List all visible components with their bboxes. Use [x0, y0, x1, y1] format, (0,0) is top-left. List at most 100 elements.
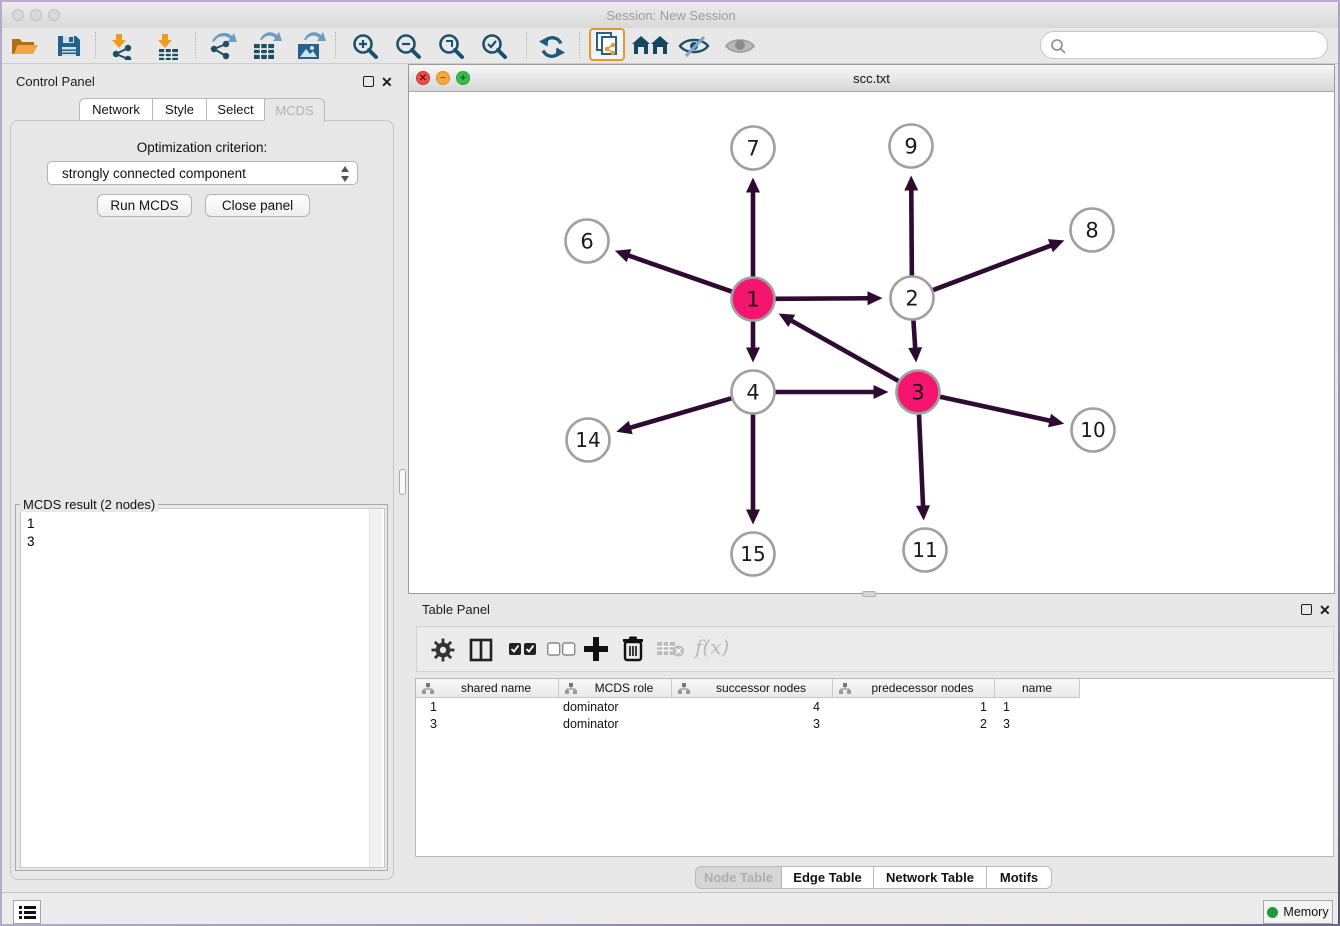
graph-edge-2-9[interactable]: [911, 187, 912, 275]
control-panel: Control Panel ✕ Network Style Select MCD…: [2, 64, 402, 892]
refresh-icon[interactable]: [538, 33, 568, 61]
graph-node-label-11: 11: [912, 538, 937, 562]
status-menu-button[interactable]: [13, 900, 41, 924]
graph-edge-2-8[interactable]: [933, 245, 1053, 290]
column-header-predecessor-nodes[interactable]: predecessor nodes: [833, 679, 995, 698]
cell-predecessor-row0[interactable]: 1: [833, 699, 987, 716]
result-scrollbar[interactable]: [369, 509, 382, 867]
table-tabs: Node Table Edge Table Network Table Moti…: [695, 866, 1052, 889]
status-bar: Memory: [2, 892, 1340, 926]
cell-shared_name-row0[interactable]: 1: [430, 699, 437, 716]
select-all-columns-icon[interactable]: [509, 642, 539, 657]
open-session-icon[interactable]: [10, 34, 40, 58]
vertical-splitter-handle[interactable]: [399, 469, 406, 495]
network-view-panel: ✕ − + scc.txt 7968124314101511: [408, 64, 1335, 594]
import-table-icon[interactable]: [152, 32, 182, 60]
hide-graphics-icon[interactable]: [678, 36, 710, 58]
zoom-out-icon[interactable]: [393, 33, 423, 61]
run-mcds-button[interactable]: Run MCDS: [97, 194, 192, 217]
tree-icon: [565, 683, 577, 694]
select-stepper-icon: [340, 166, 350, 182]
close-panel-button[interactable]: Close panel: [205, 194, 310, 217]
mcds-result-textarea[interactable]: 1 3: [20, 508, 385, 868]
table-panel-close-button[interactable]: ✕: [1319, 604, 1331, 616]
tree-icon: [422, 683, 434, 694]
cell-name-row0[interactable]: 1: [1003, 699, 1010, 716]
graph-node-label-6: 6: [580, 230, 593, 254]
cell-mcds_role-row1[interactable]: dominator: [563, 716, 619, 733]
export-table-icon[interactable]: [250, 32, 282, 60]
cell-name-row1[interactable]: 3: [1003, 716, 1010, 733]
tab-select[interactable]: Select: [207, 98, 265, 121]
save-session-icon[interactable]: [56, 34, 82, 58]
control-panel-close-button[interactable]: ✕: [381, 76, 393, 88]
graph-edge-arrow-1-6: [615, 249, 631, 262]
tree-icon: [678, 683, 690, 694]
table-panel-float-button[interactable]: [1301, 604, 1312, 615]
memory-button[interactable]: Memory: [1263, 900, 1333, 924]
delete-column-icon[interactable]: [621, 636, 645, 662]
cell-successor-row1[interactable]: 3: [672, 716, 820, 733]
home-view-icon[interactable]: [632, 34, 670, 58]
tab-mcds[interactable]: MCDS: [265, 98, 325, 122]
graph-node-label-10: 10: [1080, 418, 1105, 442]
tab-network-table[interactable]: Network Table: [874, 866, 987, 889]
tab-network[interactable]: Network: [79, 98, 153, 121]
graph-edge-1-2[interactable]: [775, 298, 870, 299]
zoom-fit-icon[interactable]: [436, 33, 466, 61]
column-header-name[interactable]: name: [995, 679, 1080, 698]
column-header-successor-nodes[interactable]: successor nodes: [672, 679, 833, 698]
graph-edge-arrow-2-9: [904, 175, 918, 190]
search-input[interactable]: [1040, 31, 1328, 59]
export-network-icon[interactable]: [206, 32, 238, 60]
show-graphics-icon[interactable]: [724, 36, 756, 58]
graph-edge-1-6[interactable]: [626, 255, 732, 292]
graph-edge-arrow-2-3: [908, 347, 922, 362]
tree-icon: [839, 683, 851, 694]
export-image-icon[interactable]: [294, 32, 326, 60]
control-panel-title: Control Panel: [16, 74, 95, 89]
unselect-all-columns-icon[interactable]: [547, 642, 577, 657]
network-graph[interactable]: 7968124314101511: [409, 92, 1334, 593]
horizontal-splitter-handle[interactable]: [862, 591, 876, 597]
column-header-MCDS-role[interactable]: MCDS role: [559, 679, 672, 698]
graph-node-label-8: 8: [1085, 219, 1098, 243]
tab-style[interactable]: Style: [153, 98, 207, 121]
zoom-selected-icon[interactable]: [479, 33, 509, 61]
graph-edge-3-11[interactable]: [919, 414, 923, 508]
column-header-shared-name[interactable]: shared name: [416, 679, 559, 698]
tab-motifs[interactable]: Motifs: [987, 866, 1052, 889]
import-network-icon[interactable]: [106, 32, 136, 60]
main-toolbar: [2, 28, 1340, 64]
graph-node-label-15: 15: [740, 542, 765, 566]
gear-icon[interactable]: [431, 638, 455, 662]
mcds-result-group: MCDS result (2 nodes) 1 3: [15, 504, 388, 871]
graph-edge-4-14[interactable]: [628, 398, 732, 428]
function-builder-icon[interactable]: f(x): [695, 635, 729, 659]
network-window-title: scc.txt: [409, 71, 1334, 86]
graph-node-label-4: 4: [746, 381, 759, 405]
graph-node-label-14: 14: [575, 428, 600, 452]
graph-node-label-2: 2: [905, 287, 918, 311]
window-titlebar: Session: New Session: [2, 2, 1340, 28]
cell-predecessor-row1[interactable]: 2: [833, 716, 987, 733]
zoom-in-icon[interactable]: [350, 33, 380, 61]
network-window-titlebar: ✕ − + scc.txt: [409, 65, 1334, 92]
graph-edge-2-3[interactable]: [913, 320, 915, 350]
column-settings-icon[interactable]: [469, 638, 493, 662]
criterion-select[interactable]: strongly connected component: [47, 161, 358, 185]
cell-shared_name-row1[interactable]: 3: [430, 716, 437, 733]
clone-network-button[interactable]: [589, 28, 625, 61]
node-table: shared nameMCDS rolesuccessor nodesprede…: [415, 678, 1334, 857]
graph-edge-3-10[interactable]: [940, 397, 1052, 421]
cell-mcds_role-row0[interactable]: dominator: [563, 699, 619, 716]
cell-successor-row0[interactable]: 4: [672, 699, 820, 716]
table-toolbar: f(x): [416, 626, 1334, 672]
graph-edge-arrow-2-8: [1048, 239, 1065, 252]
graph-edge-3-1[interactable]: [789, 319, 898, 381]
tab-edge-table[interactable]: Edge Table: [782, 866, 874, 889]
delete-table-icon[interactable]: [657, 640, 685, 658]
add-column-icon[interactable]: [583, 636, 609, 662]
tab-node-table[interactable]: Node Table: [695, 866, 782, 889]
control-panel-float-button[interactable]: [363, 76, 374, 87]
